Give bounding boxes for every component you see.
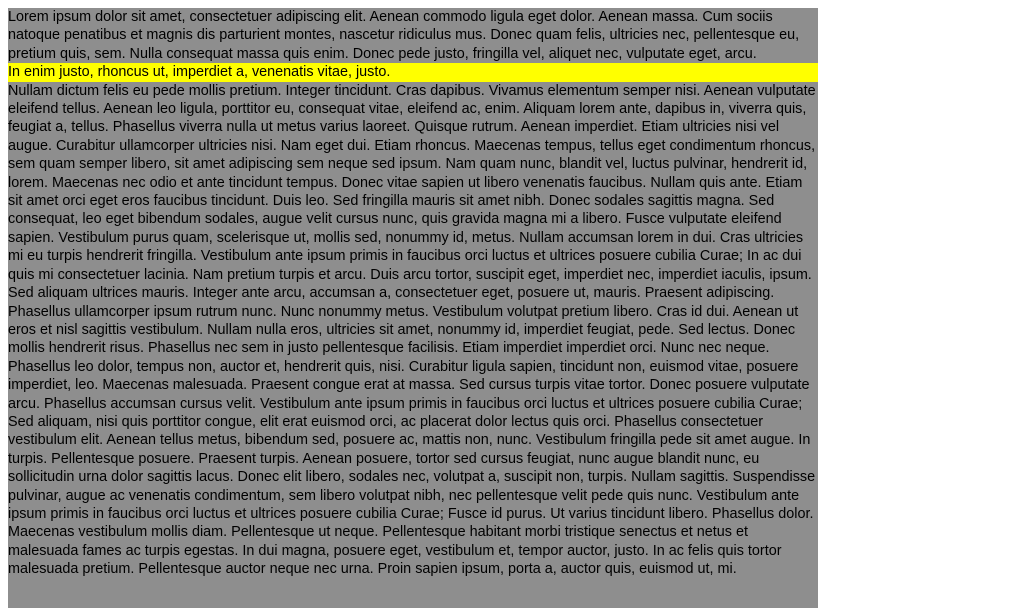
highlighted-line[interactable]: In enim justo, rhoncus ut, imperdiet a, … xyxy=(8,63,818,82)
text-document: Lorem ipsum dolor sit amet, consectetuer… xyxy=(8,8,818,608)
paragraph-body: Nullam dictum felis eu pede mollis preti… xyxy=(8,82,816,578)
paragraph-intro: Lorem ipsum dolor sit amet, consectetuer… xyxy=(8,9,800,62)
